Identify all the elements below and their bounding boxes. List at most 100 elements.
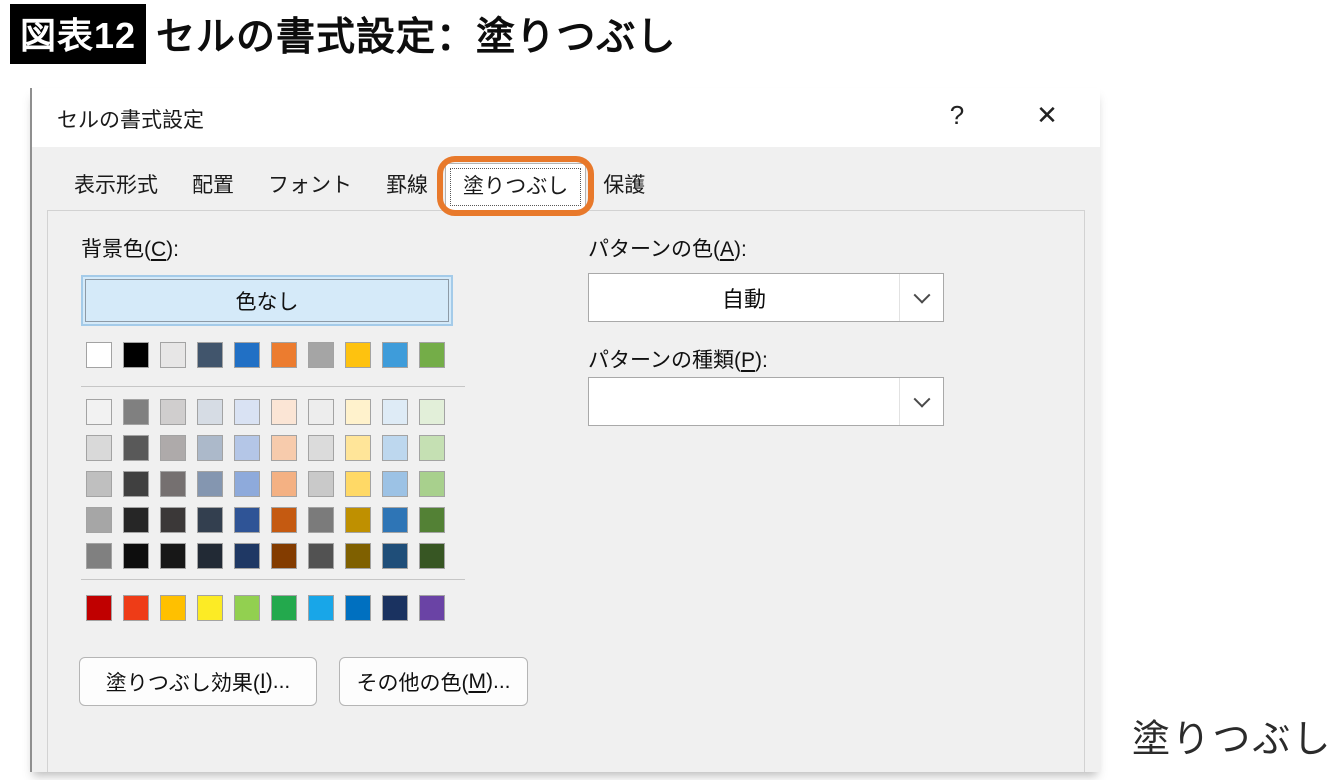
- color-swatch[interactable]: [86, 471, 112, 497]
- color-swatch[interactable]: [86, 435, 112, 461]
- color-swatch[interactable]: [123, 595, 149, 621]
- color-swatch[interactable]: [345, 595, 371, 621]
- dialog-body: 表示形式 配置 フォント 罫線 塗りつぶし 保護 背景色(C): 色なし: [32, 147, 1100, 772]
- color-swatch[interactable]: [308, 543, 334, 569]
- color-swatch[interactable]: [345, 543, 371, 569]
- tab-strip: 表示形式 配置 フォント 罫線 塗りつぶし 保護: [57, 163, 662, 211]
- color-swatch[interactable]: [382, 342, 408, 368]
- tab-number-format[interactable]: 表示形式: [57, 163, 175, 211]
- color-swatch[interactable]: [345, 471, 371, 497]
- color-swatch[interactable]: [419, 543, 445, 569]
- color-swatch[interactable]: [345, 342, 371, 368]
- color-swatch[interactable]: [86, 507, 112, 533]
- color-swatch[interactable]: [234, 543, 260, 569]
- pattern-color-dropdown-arrow[interactable]: [899, 274, 943, 321]
- color-swatch[interactable]: [419, 435, 445, 461]
- chevron-down-icon: [913, 390, 930, 407]
- color-swatch[interactable]: [345, 435, 371, 461]
- fill-tab-page: 背景色(C): 色なし 塗りつぶし効果(I)... その他の色(M)...: [47, 210, 1085, 772]
- no-color-button[interactable]: 色なし: [81, 275, 453, 326]
- color-swatch[interactable]: [345, 399, 371, 425]
- color-swatch[interactable]: [197, 543, 223, 569]
- color-swatch[interactable]: [123, 507, 149, 533]
- tab-alignment[interactable]: 配置: [175, 163, 251, 211]
- color-swatch[interactable]: [86, 543, 112, 569]
- pattern-type-dropdown-arrow[interactable]: [899, 378, 943, 425]
- pattern-type-dropdown[interactable]: [588, 377, 944, 426]
- color-swatch[interactable]: [160, 342, 186, 368]
- color-swatch[interactable]: [234, 507, 260, 533]
- color-swatch[interactable]: [197, 507, 223, 533]
- figure-header: 図表12 セルの書式設定：塗りつぶし: [10, 4, 676, 64]
- color-swatch[interactable]: [123, 399, 149, 425]
- color-swatch[interactable]: [234, 342, 260, 368]
- pattern-color-dropdown[interactable]: 自動: [588, 273, 944, 322]
- figure-title: セルの書式設定：塗りつぶし: [156, 6, 676, 62]
- color-swatch[interactable]: [308, 595, 334, 621]
- color-swatch[interactable]: [419, 399, 445, 425]
- tab-fill[interactable]: 塗りつぶし: [445, 163, 586, 211]
- variant-color-grid: [86, 399, 445, 569]
- color-swatch[interactable]: [308, 435, 334, 461]
- color-swatch[interactable]: [86, 399, 112, 425]
- color-swatch[interactable]: [308, 507, 334, 533]
- help-icon[interactable]: ?: [937, 100, 977, 131]
- color-swatch[interactable]: [234, 435, 260, 461]
- variant-color-row: [86, 399, 445, 425]
- standard-color-row: [86, 595, 445, 621]
- color-swatch[interactable]: [123, 543, 149, 569]
- color-swatch[interactable]: [419, 595, 445, 621]
- color-swatch[interactable]: [382, 543, 408, 569]
- color-swatch[interactable]: [160, 595, 186, 621]
- more-colors-button[interactable]: その他の色(M)...: [339, 657, 528, 706]
- variant-color-row: [86, 507, 445, 533]
- color-swatch[interactable]: [197, 471, 223, 497]
- color-swatch[interactable]: [86, 342, 112, 368]
- color-swatch[interactable]: [123, 342, 149, 368]
- color-swatch[interactable]: [160, 543, 186, 569]
- color-swatch[interactable]: [382, 399, 408, 425]
- color-swatch[interactable]: [271, 399, 297, 425]
- color-swatch[interactable]: [160, 507, 186, 533]
- tab-border[interactable]: 罫線: [369, 163, 445, 211]
- color-swatch[interactable]: [419, 471, 445, 497]
- pattern-color-label: パターンの色(A):: [588, 233, 747, 263]
- variant-color-row: [86, 435, 445, 461]
- color-swatch[interactable]: [234, 595, 260, 621]
- color-swatch[interactable]: [382, 595, 408, 621]
- color-swatch[interactable]: [271, 595, 297, 621]
- dialog-titlebar: セルの書式設定 ? ✕: [32, 88, 1100, 147]
- close-icon[interactable]: ✕: [1027, 100, 1067, 131]
- color-swatch[interactable]: [271, 543, 297, 569]
- color-swatch[interactable]: [123, 471, 149, 497]
- tab-font[interactable]: フォント: [251, 163, 369, 211]
- color-swatch[interactable]: [271, 342, 297, 368]
- color-swatch[interactable]: [86, 595, 112, 621]
- color-swatch[interactable]: [419, 507, 445, 533]
- color-swatch[interactable]: [271, 507, 297, 533]
- color-swatch[interactable]: [382, 471, 408, 497]
- color-swatch[interactable]: [382, 435, 408, 461]
- color-swatch[interactable]: [308, 399, 334, 425]
- color-swatch[interactable]: [197, 595, 223, 621]
- color-swatch[interactable]: [234, 399, 260, 425]
- color-swatch[interactable]: [345, 507, 371, 533]
- color-swatch[interactable]: [197, 342, 223, 368]
- color-swatch[interactable]: [308, 471, 334, 497]
- color-swatch[interactable]: [123, 435, 149, 461]
- color-swatch[interactable]: [197, 399, 223, 425]
- color-swatch[interactable]: [160, 435, 186, 461]
- format-cells-dialog: セルの書式設定 ? ✕ 表示形式 配置 フォント 罫線 塗りつぶし 保護 背景色…: [30, 88, 1100, 772]
- color-swatch[interactable]: [419, 342, 445, 368]
- variant-color-row: [86, 471, 445, 497]
- color-swatch[interactable]: [197, 435, 223, 461]
- fill-effects-button[interactable]: 塗りつぶし効果(I)...: [79, 657, 317, 706]
- color-swatch[interactable]: [234, 471, 260, 497]
- color-swatch[interactable]: [271, 435, 297, 461]
- color-swatch[interactable]: [160, 471, 186, 497]
- color-swatch[interactable]: [382, 507, 408, 533]
- tab-protection[interactable]: 保護: [586, 163, 662, 211]
- color-swatch[interactable]: [271, 471, 297, 497]
- color-swatch[interactable]: [308, 342, 334, 368]
- color-swatch[interactable]: [160, 399, 186, 425]
